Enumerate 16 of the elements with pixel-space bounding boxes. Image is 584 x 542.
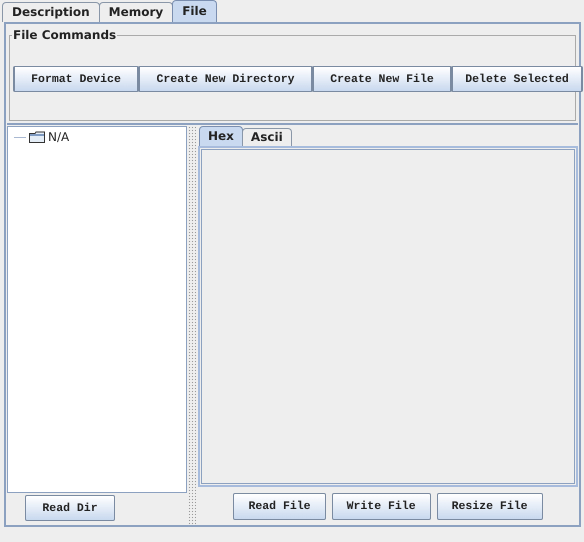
file-button[interactable]: Read File [233, 492, 326, 520]
viewer-tab[interactable]: Ascii [242, 128, 292, 146]
tree-item[interactable]: N/A [48, 130, 70, 144]
file-button[interactable]: Resize File [436, 492, 543, 520]
read-dir-button[interactable]: Read Dir [25, 495, 115, 521]
viewer-tab[interactable]: Hex [199, 126, 243, 146]
tab[interactable]: File [172, 0, 217, 22]
tab[interactable]: Description [2, 2, 100, 22]
file-button[interactable]: Write File [332, 492, 431, 520]
tab[interactable]: Memory [98, 2, 174, 22]
command-button[interactable]: Format Device [13, 66, 139, 92]
group-title: File Commands [12, 28, 118, 42]
command-button[interactable]: Delete Selected [451, 66, 583, 92]
command-button[interactable]: Create New File [312, 66, 452, 92]
folder-icon [29, 131, 45, 143]
command-button[interactable]: Create New Directory [138, 66, 313, 92]
